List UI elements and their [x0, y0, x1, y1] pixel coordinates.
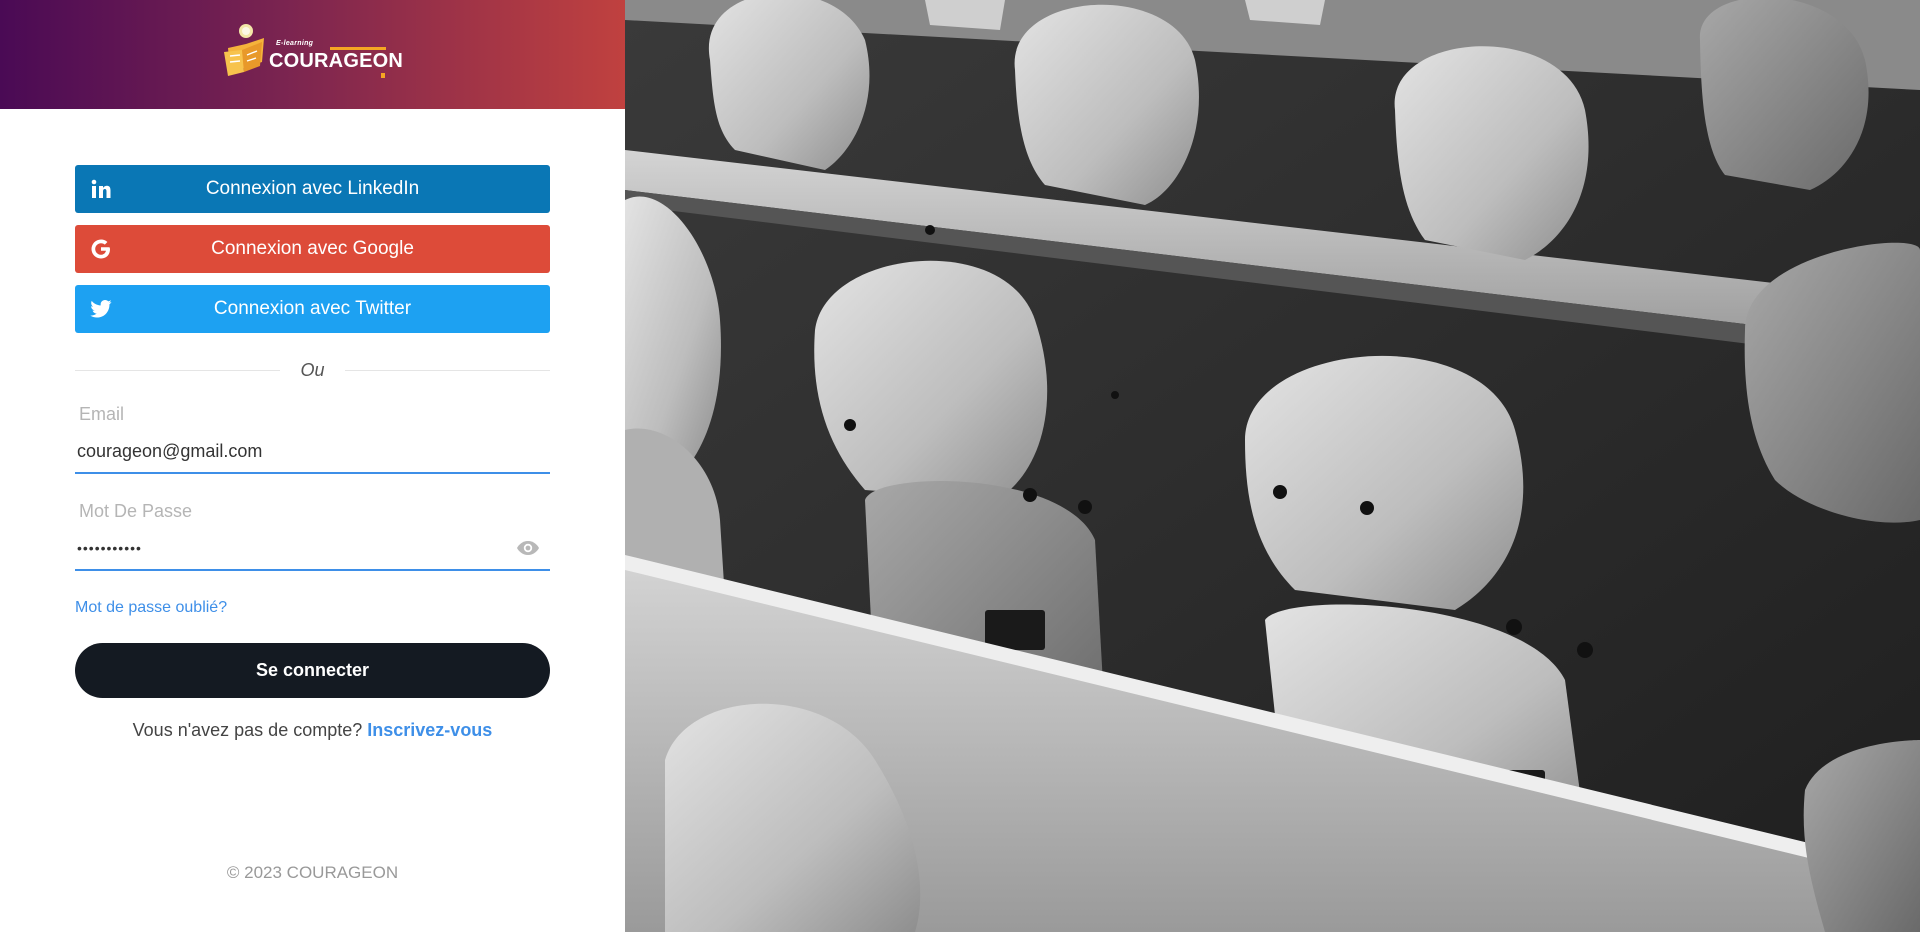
brand-header: E-learning COURAGEON: [0, 0, 625, 109]
twitter-icon: [89, 297, 113, 321]
forgot-password-link[interactable]: Mot de passe oublié?: [75, 599, 227, 617]
signup-link[interactable]: Inscrivez-vous: [367, 720, 492, 740]
google-icon: [89, 237, 113, 261]
google-login-button[interactable]: Connexion avec Google: [75, 225, 550, 273]
open-book-logo-icon: [224, 24, 264, 76]
linkedin-login-label: Connexion avec LinkedIn: [205, 178, 420, 199]
linkedin-login-button[interactable]: Connexion avec LinkedIn: [75, 165, 550, 213]
email-field: Email: [75, 402, 550, 482]
eye-icon[interactable]: [516, 539, 540, 557]
or-divider: Ou: [75, 360, 550, 382]
signup-prompt: Vous n'avez pas de compte?: [132, 720, 363, 740]
lecture-hall-photo: [625, 0, 1920, 932]
login-button[interactable]: Se connecter: [75, 643, 550, 698]
login-panel: E-learning COURAGEON Connexion avec Link…: [0, 0, 625, 932]
logo-tagline: E-learning: [276, 40, 314, 47]
logo-accent-tick: [381, 73, 385, 78]
linkedin-icon: [89, 177, 113, 201]
google-login-label: Connexion avec Google: [211, 238, 414, 259]
password-input[interactable]: [75, 527, 550, 571]
copyright-footer: © 2023 COURAGEON: [226, 863, 399, 882]
divider-line-right: [345, 370, 550, 371]
password-field: Mot De Passe: [75, 499, 550, 579]
courageon-logo[interactable]: E-learning COURAGEON: [220, 22, 403, 82]
lecture-hall-illustration: [625, 0, 1920, 932]
email-label: Email: [79, 404, 125, 424]
twitter-login-label: Connexion avec Twitter: [213, 298, 412, 319]
email-input[interactable]: [75, 430, 550, 474]
twitter-login-button[interactable]: Connexion avec Twitter: [75, 285, 550, 333]
password-label: Mot De Passe: [79, 501, 193, 521]
signup-row: Vous n'avez pas de compte? Inscrivez-vou…: [75, 720, 550, 741]
logo-wordmark: COURAGEON: [269, 50, 404, 72]
